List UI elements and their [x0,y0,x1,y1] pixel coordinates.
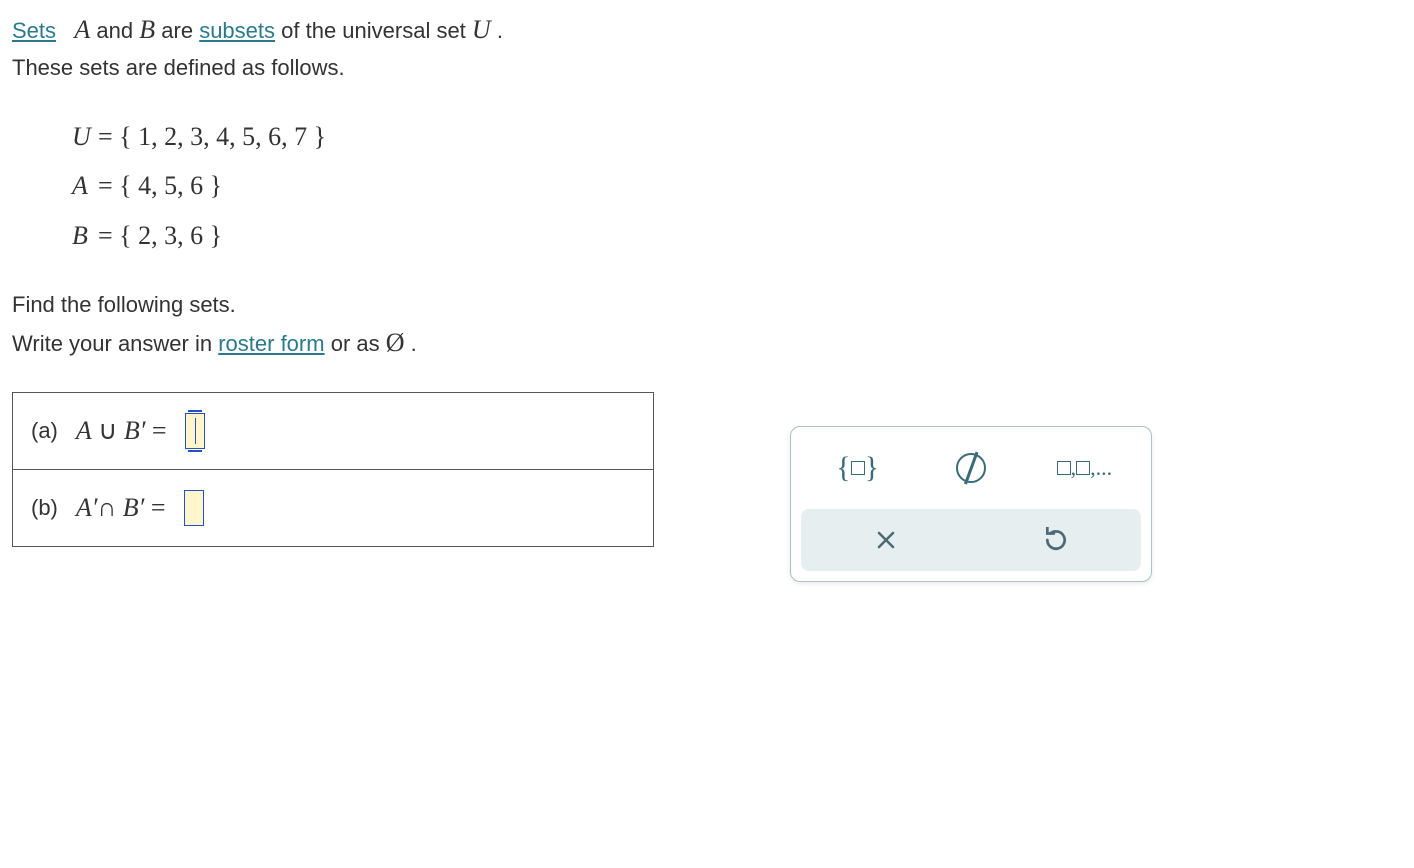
def-B-lhs: B [72,211,98,260]
placeholder-box-icon [1057,461,1071,475]
palette-empty-set-button[interactable] [931,444,1011,492]
link-roster-form[interactable]: roster form [218,331,324,356]
brace-right: } [865,451,879,485]
set-definitions: U= { 1, 2, 3, 4, 5, 6, 7 } A= { 4, 5, 6 … [72,112,1402,260]
palette-row-actions [801,509,1141,571]
brace-left: { [836,451,850,485]
palette-braces-button[interactable]: {} [818,444,898,492]
variable-A: A [74,15,90,44]
palette-list-button[interactable]: ,,... [1044,444,1124,492]
undo-button[interactable] [981,516,1131,564]
equals: = [144,493,165,522]
def-A: A= { 4, 5, 6 } [72,161,1402,210]
variable-B: B [139,15,155,44]
text: or as [331,331,386,356]
text: and [96,18,139,43]
question-b-label: (b) [31,495,58,521]
symbol-palette: {} ,,... [790,426,1152,582]
def-B-rhs: = { 2, 3, 6 } [98,221,222,250]
problem-statement: Sets A and B are subsets of the universa… [12,10,1402,84]
union-symbol: ∪ [92,416,124,445]
placeholder-box-icon [1076,461,1090,475]
question-a-label: (a) [31,418,58,444]
empty-set-symbol: Ø [386,328,405,357]
link-subsets[interactable]: subsets [199,18,275,43]
palette-row-symbols: {} ,,... [801,437,1141,499]
def-U: U= { 1, 2, 3, 4, 5, 6, 7 } [72,112,1402,161]
answer-box: (a) A ∪ B′ = (b) A′∩ B′ = [12,392,654,547]
link-sets[interactable]: Sets [12,18,56,43]
undo-icon [1043,527,1069,553]
def-U-rhs: = { 1, 2, 3, 4, 5, 6, 7 } [98,122,326,151]
prompt-line-1: Find the following sets. [12,288,1402,321]
text: . [411,331,417,356]
qb-A-prime: A′ [76,493,98,522]
def-A-lhs: A [72,161,98,210]
empty-set-icon [956,453,986,483]
text: of the universal set [281,18,472,43]
clear-button[interactable] [811,516,961,564]
list-suffix: ,... [1090,455,1112,481]
def-U-lhs: U [72,112,98,161]
text: are [161,18,199,43]
text: . [497,18,503,43]
question-a: (a) A ∪ B′ = [13,393,653,469]
equals: = [145,416,166,445]
intersection-symbol: ∩ [97,493,122,522]
placeholder-box-icon [851,461,865,475]
answer-input-b[interactable] [184,490,204,526]
variable-U: U [472,15,491,44]
qb-B-prime: B′ [123,493,145,522]
text: Write your answer in [12,331,218,356]
qa-B-prime: B′ [124,416,146,445]
def-B: B= { 2, 3, 6 } [72,211,1402,260]
x-icon [874,528,898,552]
intro-line-2: These sets are defined as follows. [12,51,1402,84]
qa-A: A [76,416,92,445]
def-A-rhs: = { 4, 5, 6 } [98,171,222,200]
prompt: Find the following sets. Write your answ… [12,288,1402,362]
answer-input-a[interactable] [185,413,205,449]
question-b: (b) A′∩ B′ = [13,469,653,546]
